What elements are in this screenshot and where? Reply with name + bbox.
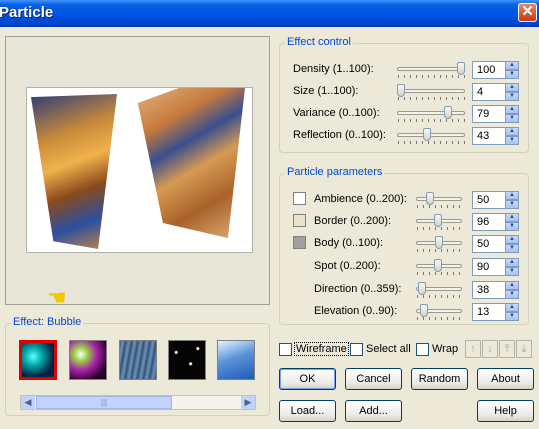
border-input[interactable]: 96: [472, 213, 506, 231]
density-row: Density (1..100): 100 ▲ ▼: [280, 60, 528, 80]
density-input[interactable]: 100: [472, 61, 506, 79]
scroll-left-icon[interactable]: ◀: [21, 396, 35, 409]
body-row: Body (0..100): 50 ▲ ▼: [280, 234, 528, 254]
close-button[interactable]: ✕: [518, 3, 537, 22]
move-top-icon[interactable]: ⤒: [499, 340, 515, 358]
ambience-color-swatch[interactable]: [293, 192, 306, 205]
effect-thumb-color-bubble[interactable]: [69, 340, 107, 380]
direction-label: Direction (0..359):: [314, 283, 402, 295]
effect-scrollbar[interactable]: ◀ ||| ▶: [20, 395, 256, 410]
wireframe-label[interactable]: Wireframe: [294, 342, 349, 356]
help-button[interactable]: Help: [477, 400, 534, 422]
variance-slider-track[interactable]: [397, 111, 465, 115]
body-spinner[interactable]: ▲ ▼: [505, 235, 519, 253]
ambience-row: Ambience (0..200): 50 ▲ ▼: [280, 190, 528, 210]
border-color-swatch[interactable]: [293, 214, 306, 227]
preview-image-right: [137, 88, 245, 238]
effect-thumb-cloud[interactable]: [217, 340, 255, 380]
body-label: Body (0..100):: [314, 237, 384, 249]
ok-button[interactable]: OK: [279, 368, 336, 390]
ambience-input[interactable]: 50: [472, 191, 506, 209]
move-down-icon[interactable]: ↓: [482, 340, 498, 358]
particle-parameters-group: Particle parameters Ambience (0..200): 5…: [279, 166, 529, 325]
preview-image-left: [31, 94, 117, 249]
ambience-slider-track[interactable]: [416, 197, 462, 201]
reflection-slider-knob[interactable]: [423, 128, 431, 141]
border-spinner[interactable]: ▲ ▼: [505, 213, 519, 231]
density-slider-track[interactable]: [397, 67, 465, 71]
reflection-input[interactable]: 43: [472, 127, 506, 145]
about-button[interactable]: About: [477, 368, 534, 390]
body-input[interactable]: 50: [472, 235, 506, 253]
effect-control-group: Effect control Density (1..100): 100 ▲ ▼ …: [279, 36, 529, 153]
reflection-spinner[interactable]: ▲ ▼: [505, 127, 519, 145]
variance-spinner[interactable]: ▲ ▼: [505, 105, 519, 123]
size-row: Size (1..100): 4 ▲ ▼: [280, 82, 528, 102]
body-color-swatch[interactable]: [293, 236, 306, 249]
effect-label: Effect: Bubble: [11, 316, 84, 328]
move-up-icon[interactable]: ↑: [465, 340, 481, 358]
select-all-label[interactable]: Select all: [366, 343, 411, 355]
window-title: Particle: [0, 4, 54, 21]
effect-thumb-stars[interactable]: [168, 340, 206, 380]
move-bottom-icon[interactable]: ⤓: [516, 340, 532, 358]
close-icon: ✕: [521, 3, 534, 20]
density-label: Density (1..100):: [293, 63, 374, 75]
elevation-spinner[interactable]: ▲ ▼: [505, 303, 519, 321]
spot-spinner[interactable]: ▲ ▼: [505, 258, 519, 276]
border-label: Border (0..200):: [314, 215, 392, 227]
variance-slider-knob[interactable]: [444, 106, 452, 119]
cancel-button[interactable]: Cancel: [345, 368, 402, 390]
border-row: Border (0..200): 96 ▲ ▼: [280, 212, 528, 232]
border-slider-knob[interactable]: [434, 214, 442, 227]
elevation-label: Elevation (0..90):: [314, 305, 398, 317]
effect-group: Effect: Bubble ◀ ||| ▶: [5, 316, 270, 416]
load-button[interactable]: Load...: [279, 400, 336, 422]
direction-row: Direction (0..359): 38 ▲ ▼: [280, 280, 528, 300]
wrap-checkbox[interactable]: [416, 343, 429, 356]
spot-label: Spot (0..200):: [314, 260, 381, 272]
size-label: Size (1..100):: [293, 85, 359, 97]
scroll-right-icon[interactable]: ▶: [241, 396, 255, 409]
particle-parameters-label: Particle parameters: [285, 166, 385, 178]
elevation-slider-knob[interactable]: [420, 304, 428, 317]
wrap-label[interactable]: Wrap: [432, 343, 458, 355]
preview-canvas: [26, 87, 253, 253]
size-slider-track[interactable]: [397, 89, 465, 93]
wireframe-checkbox[interactable]: [279, 343, 292, 356]
pointing-hand-icon: ☚: [47, 285, 67, 310]
ambience-slider-knob[interactable]: [426, 192, 434, 205]
reflection-row: Reflection (0..100): 43 ▲ ▼: [280, 126, 528, 146]
size-input[interactable]: 4: [472, 83, 506, 101]
spot-slider-knob[interactable]: [434, 259, 442, 272]
reflection-label: Reflection (0..100):: [293, 129, 386, 141]
size-slider-knob[interactable]: [397, 84, 405, 97]
random-button[interactable]: Random: [411, 368, 468, 390]
variance-label: Variance (0..100):: [293, 107, 380, 119]
direction-slider-knob[interactable]: [418, 282, 426, 295]
spot-row: Spot (0..200): 90 ▲ ▼: [280, 257, 528, 277]
effect-thumb-bubble[interactable]: [19, 340, 57, 380]
ambience-spinner[interactable]: ▲ ▼: [505, 191, 519, 209]
variance-input[interactable]: 79: [472, 105, 506, 123]
direction-spinner[interactable]: ▲ ▼: [505, 281, 519, 299]
direction-input[interactable]: 38: [472, 281, 506, 299]
scroll-thumb[interactable]: |||: [36, 396, 172, 409]
density-slider-knob[interactable]: [457, 62, 465, 75]
select-all-checkbox[interactable]: [350, 343, 363, 356]
spot-input[interactable]: 90: [472, 258, 506, 276]
elevation-input[interactable]: 13: [472, 303, 506, 321]
variance-row: Variance (0..100): 79 ▲ ▼: [280, 104, 528, 124]
effect-thumb-rain[interactable]: [119, 340, 157, 380]
reflection-slider-track[interactable]: [397, 133, 465, 137]
body-slider-knob[interactable]: [435, 236, 443, 249]
title-bar: Particle ✕: [0, 0, 539, 27]
elevation-row: Elevation (0..90): 13 ▲ ▼: [280, 302, 528, 322]
density-spinner[interactable]: ▲ ▼: [505, 61, 519, 79]
preview-panel: [5, 36, 270, 305]
ambience-label: Ambience (0..200):: [314, 193, 407, 205]
effect-control-label: Effect control: [285, 36, 353, 48]
size-spinner[interactable]: ▲ ▼: [505, 83, 519, 101]
add-button[interactable]: Add...: [345, 400, 402, 422]
